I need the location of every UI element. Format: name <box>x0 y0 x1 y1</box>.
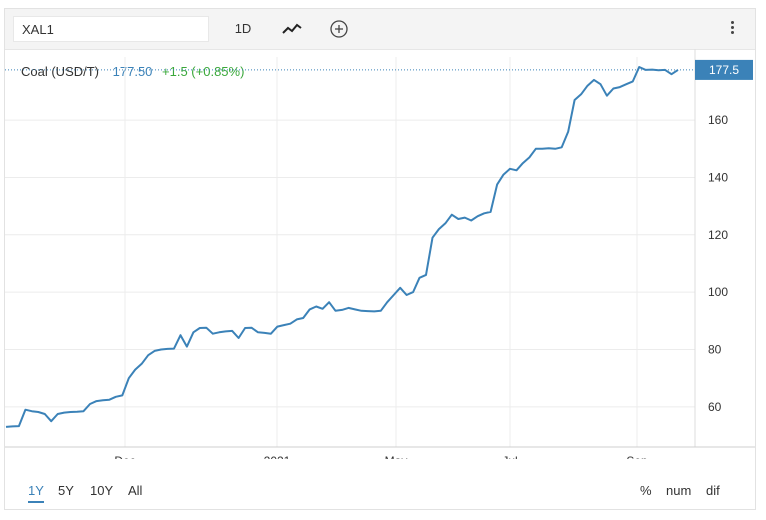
symbol-input[interactable]: XAL1 <box>13 16 209 42</box>
plus-circle-icon[interactable] <box>327 17 351 41</box>
y-tick-label: 160 <box>708 113 728 127</box>
y-tick-label: 80 <box>708 343 722 357</box>
range-10y[interactable]: 10Y <box>90 483 113 498</box>
chart-widget: XAL1 1D Coal (USD/T) 177.50 +1.5 (+0.85%… <box>4 8 756 510</box>
x-tick-label: Sep <box>626 454 648 459</box>
interval-button[interactable]: 1D <box>229 17 257 41</box>
chart-footer: 1Y 5Y 10Y All % num dif <box>5 481 755 507</box>
range-5y[interactable]: 5Y <box>58 483 74 498</box>
line-chart-icon[interactable] <box>277 17 307 41</box>
vertical-dots-icon[interactable] <box>729 19 735 39</box>
range-all[interactable]: All <box>128 483 142 498</box>
y-tick-label: 100 <box>708 285 728 299</box>
option-num[interactable]: num <box>666 483 691 498</box>
y-tick-label: 140 <box>708 170 728 184</box>
range-1y[interactable]: 1Y <box>28 483 44 503</box>
x-tick-label: May <box>385 454 408 459</box>
option-percent[interactable]: % <box>640 483 652 498</box>
x-tick-label: Dec <box>114 454 135 459</box>
x-tick-label: 2021 <box>264 454 291 459</box>
x-tick-label: Jul <box>502 454 517 459</box>
price-chart[interactable]: 60 80 100 120 140 160 Dec 2021 May Jul Sep 177.5 <box>5 49 755 459</box>
price-series-line <box>5 66 679 428</box>
y-tick-label: 120 <box>708 228 728 242</box>
chart-toolbar: XAL1 1D <box>5 9 755 50</box>
y-tick-label: 60 <box>708 400 722 414</box>
last-value-label: 177.5 <box>709 63 739 77</box>
option-dif[interactable]: dif <box>706 483 720 498</box>
